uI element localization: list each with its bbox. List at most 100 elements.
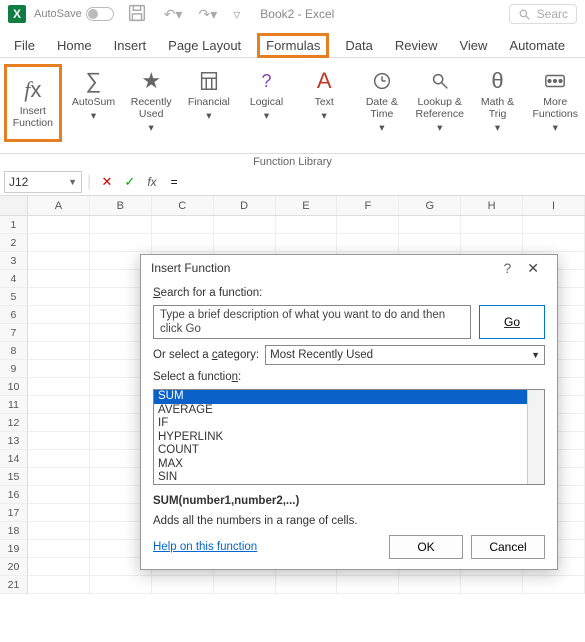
cell[interactable]: [28, 288, 90, 306]
row-header[interactable]: 11: [0, 396, 28, 414]
select-all-corner[interactable]: [0, 196, 28, 215]
row-header[interactable]: 20: [0, 558, 28, 576]
cell[interactable]: [276, 216, 338, 234]
cell[interactable]: [90, 576, 152, 594]
tab-file[interactable]: File: [12, 34, 37, 57]
row-header[interactable]: 15: [0, 468, 28, 486]
lookup-reference-button[interactable]: Lookup & Reference▾: [414, 64, 466, 138]
cell[interactable]: [28, 216, 90, 234]
tab-home[interactable]: Home: [55, 34, 94, 57]
scrollbar[interactable]: [527, 390, 544, 484]
text-button[interactable]: A Text▾: [298, 64, 350, 126]
col-header[interactable]: C: [152, 196, 214, 215]
category-select[interactable]: Most Recently Used ▼: [265, 345, 545, 365]
cell[interactable]: [337, 216, 399, 234]
logical-button[interactable]: ? Logical▾: [241, 64, 293, 126]
cell[interactable]: [28, 450, 90, 468]
cell[interactable]: [214, 216, 276, 234]
cell[interactable]: [28, 234, 90, 252]
cell[interactable]: [28, 432, 90, 450]
row-header[interactable]: 4: [0, 270, 28, 288]
list-item[interactable]: COUNT: [154, 444, 544, 458]
cell[interactable]: [28, 522, 90, 540]
cell[interactable]: [152, 234, 214, 252]
cancel-button[interactable]: Cancel: [471, 535, 545, 559]
col-header[interactable]: G: [399, 196, 461, 215]
cell[interactable]: [28, 576, 90, 594]
ok-button[interactable]: OK: [389, 535, 463, 559]
list-item[interactable]: MAX: [154, 458, 544, 472]
cell[interactable]: [152, 576, 214, 594]
cell[interactable]: [28, 468, 90, 486]
cell[interactable]: [28, 270, 90, 288]
formula-input[interactable]: [165, 173, 581, 191]
cell[interactable]: [461, 576, 523, 594]
undo-icon[interactable]: ↶▾: [160, 6, 187, 23]
chevron-down-icon[interactable]: ▼: [68, 177, 77, 187]
dialog-help-icon[interactable]: ?: [495, 260, 519, 276]
autosum-button[interactable]: ∑ AutoSum▾: [68, 64, 120, 126]
help-link[interactable]: Help on this function: [153, 541, 257, 553]
cell[interactable]: [28, 342, 90, 360]
recently-used-button[interactable]: ★ Recently Used▾: [125, 64, 177, 138]
row-header[interactable]: 3: [0, 252, 28, 270]
cell[interactable]: [523, 234, 585, 252]
cell[interactable]: [523, 216, 585, 234]
row-header[interactable]: 21: [0, 576, 28, 594]
cell[interactable]: [28, 396, 90, 414]
row-header[interactable]: 9: [0, 360, 28, 378]
financial-button[interactable]: Financial▾: [183, 64, 235, 126]
cell[interactable]: [399, 234, 461, 252]
cell[interactable]: [28, 414, 90, 432]
cell[interactable]: [28, 324, 90, 342]
cell[interactable]: [28, 378, 90, 396]
col-header[interactable]: I: [523, 196, 585, 215]
qat-dropdown-icon[interactable]: ▿: [229, 6, 244, 23]
row-header[interactable]: 16: [0, 486, 28, 504]
math-trig-button[interactable]: θ Math & Trig▾: [472, 64, 524, 138]
name-box[interactable]: J12 ▼: [4, 171, 82, 193]
confirm-formula-icon[interactable]: ✓: [120, 174, 139, 190]
list-item[interactable]: SUM: [154, 390, 544, 404]
col-header[interactable]: A: [28, 196, 90, 215]
tab-data[interactable]: Data: [343, 34, 374, 57]
row-header[interactable]: 7: [0, 324, 28, 342]
cell[interactable]: [28, 486, 90, 504]
cell[interactable]: [28, 360, 90, 378]
cell[interactable]: [28, 558, 90, 576]
list-item[interactable]: SIN: [154, 471, 544, 485]
cell[interactable]: [214, 576, 276, 594]
list-item[interactable]: AVERAGE: [154, 404, 544, 418]
autosave-toggle[interactable]: AutoSave: [34, 7, 114, 21]
row-header[interactable]: 10: [0, 378, 28, 396]
row-header[interactable]: 8: [0, 342, 28, 360]
cell[interactable]: [399, 576, 461, 594]
col-header[interactable]: B: [90, 196, 152, 215]
row-header[interactable]: 17: [0, 504, 28, 522]
insert-function-button[interactable]: fx Insert Function: [4, 64, 62, 142]
tab-automate[interactable]: Automate: [507, 34, 567, 57]
save-icon[interactable]: [122, 2, 152, 27]
row-header[interactable]: 1: [0, 216, 28, 234]
cell[interactable]: [28, 306, 90, 324]
redo-icon[interactable]: ↷▾: [194, 6, 221, 23]
more-functions-button[interactable]: More Functions▾: [529, 64, 581, 138]
row-header[interactable]: 5: [0, 288, 28, 306]
row-header[interactable]: 2: [0, 234, 28, 252]
cell[interactable]: [28, 504, 90, 522]
tab-insert[interactable]: Insert: [112, 34, 149, 57]
toggle-off-icon[interactable]: [86, 7, 114, 21]
col-header[interactable]: H: [461, 196, 523, 215]
col-header[interactable]: D: [214, 196, 276, 215]
cell[interactable]: [152, 216, 214, 234]
fx-icon[interactable]: fx: [143, 175, 160, 189]
tab-page-layout[interactable]: Page Layout: [166, 34, 243, 57]
list-item[interactable]: IF: [154, 417, 544, 431]
cell[interactable]: [461, 234, 523, 252]
list-item[interactable]: HYPERLINK: [154, 431, 544, 445]
cancel-formula-icon[interactable]: ✕: [98, 174, 117, 190]
search-function-input[interactable]: Type a brief description of what you wan…: [153, 305, 471, 339]
row-header[interactable]: 19: [0, 540, 28, 558]
function-list[interactable]: SUM AVERAGE IF HYPERLINK COUNT MAX SIN: [153, 389, 545, 485]
date-time-button[interactable]: Date & Time▾: [356, 64, 408, 138]
